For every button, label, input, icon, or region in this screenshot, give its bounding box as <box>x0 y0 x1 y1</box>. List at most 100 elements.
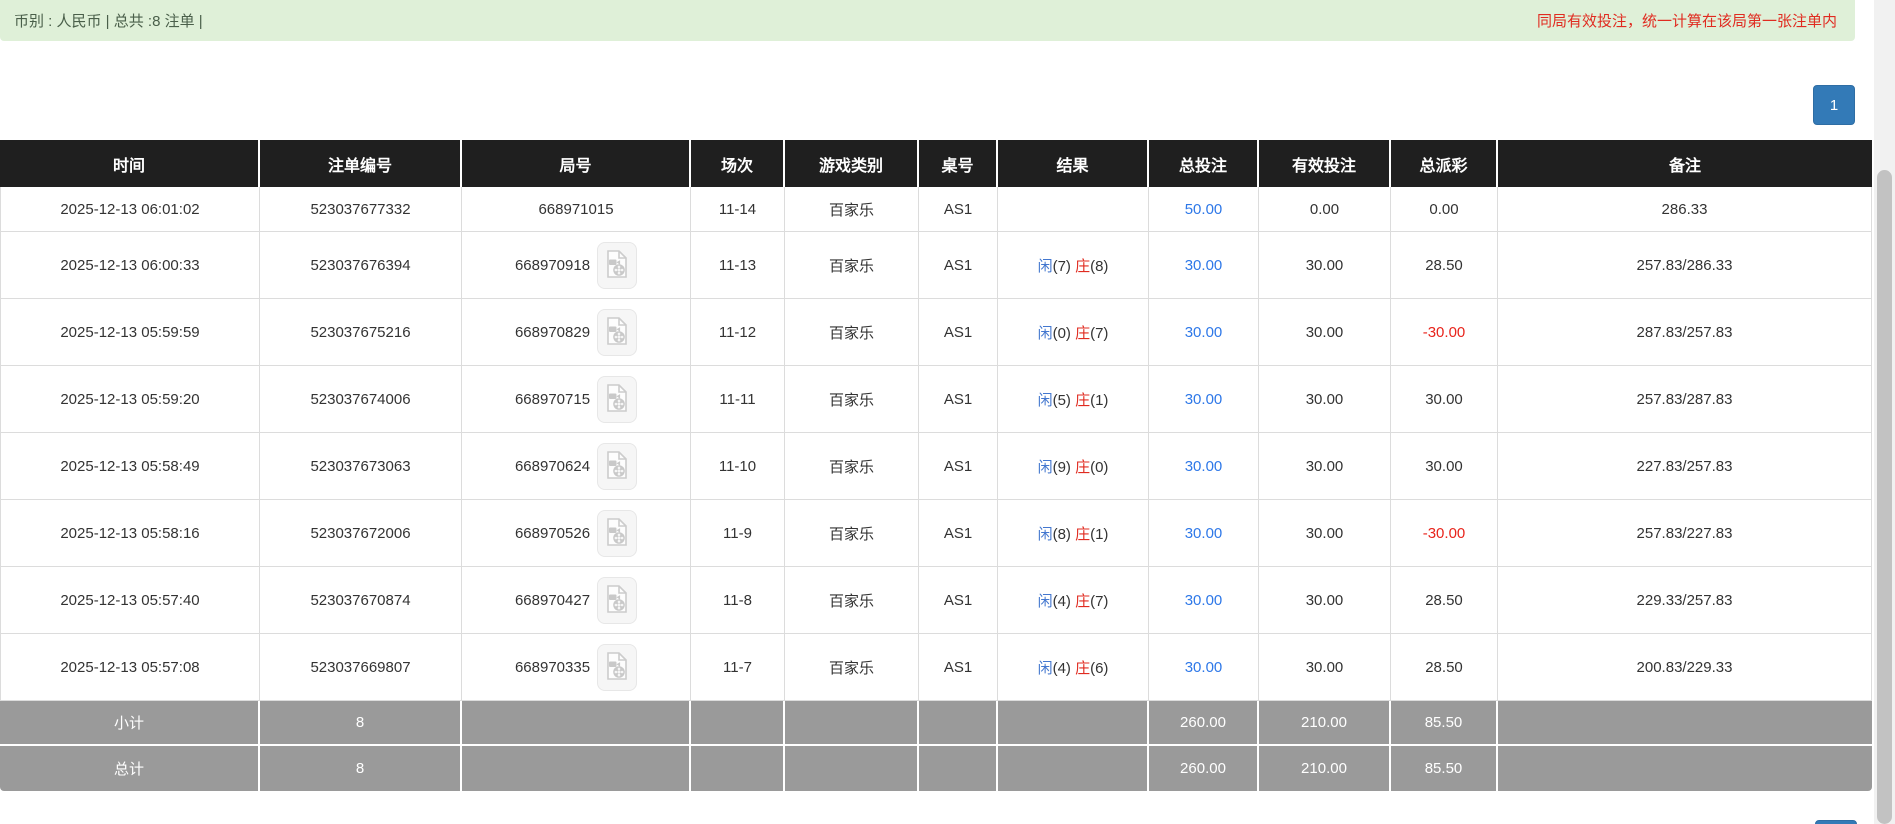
payout-cell: 28.50 <box>1391 634 1498 701</box>
valid-bet-cell: 30.00 <box>1259 567 1391 634</box>
total-bet-link[interactable]: 30.00 <box>1185 659 1223 676</box>
video-replay-button[interactable] <box>597 241 638 289</box>
round-cell: 668970427 <box>462 567 691 634</box>
video-replay-button[interactable] <box>597 643 638 691</box>
round-number: 668970526 <box>514 524 591 542</box>
result-cell: 闲(9) 庄(0) <box>998 433 1149 500</box>
table-row: 2025-12-13 05:58:49 523037673063 668970624… <box>0 433 1872 500</box>
total-bet-cell: 30.00 <box>1149 567 1259 634</box>
table-row: 2025-12-13 05:59:59 523037675216 668970829… <box>0 299 1872 366</box>
time-cell: 2025-12-13 05:59:59 <box>0 299 260 366</box>
video-file-icon <box>604 450 630 483</box>
session-cell: 11-8 <box>691 567 785 634</box>
video-file-icon <box>604 383 630 416</box>
totals-label-cell: 小计 <box>0 701 260 746</box>
video-replay-button[interactable] <box>597 576 638 624</box>
totals-empty-cell <box>462 701 691 746</box>
banker-result-value: (8) <box>1090 257 1109 275</box>
scrollbar-thumb[interactable] <box>1877 170 1892 824</box>
header-cell-remark: 备注 <box>1498 140 1872 187</box>
header-cell-table_no: 桌号 <box>919 140 998 187</box>
table-no-cell: AS1 <box>919 187 998 232</box>
valid-bet-cell: 30.00 <box>1259 366 1391 433</box>
valid-bet-cell: 30.00 <box>1259 299 1391 366</box>
game-type-cell: 百家乐 <box>785 299 919 366</box>
round-number: 668970918 <box>514 256 591 274</box>
totals-empty-cell <box>462 746 691 791</box>
table-header: 时间 注单编号 局号 场次 游戏类别 桌号 结果 总投注 有效投注 总派彩 备注 <box>0 140 1872 187</box>
video-file-icon <box>604 316 630 349</box>
video-file-icon <box>604 517 630 550</box>
total-bet-link[interactable]: 30.00 <box>1185 257 1223 274</box>
valid-bet-cell: 0.00 <box>1259 187 1391 232</box>
time-cell: 2025-12-13 05:59:20 <box>0 366 260 433</box>
payout-cell: 30.00 <box>1391 433 1498 500</box>
totals-count-cell: 8 <box>260 746 462 791</box>
player-result-label: 闲 <box>1037 525 1053 543</box>
player-result-label: 闲 <box>1037 592 1053 610</box>
remark-cell: 257.83/227.83 <box>1498 500 1872 567</box>
player-result-value: (9) <box>1052 458 1076 476</box>
total-bet-link[interactable]: 30.00 <box>1185 592 1223 609</box>
banker-result-value: (1) <box>1090 525 1109 543</box>
total-bet-link[interactable]: 50.00 <box>1185 201 1223 218</box>
header-cell-total_bet: 总投注 <box>1149 140 1259 187</box>
remark-cell: 257.83/287.83 <box>1498 366 1872 433</box>
banker-result-value: (0) <box>1090 458 1109 476</box>
totals-empty-cell <box>691 701 785 746</box>
session-cell: 11-9 <box>691 500 785 567</box>
totals-payout-cell: 85.50 <box>1391 701 1498 746</box>
game-type-cell: 百家乐 <box>785 500 919 567</box>
total-bet-cell: 30.00 <box>1149 433 1259 500</box>
round-number-group: 668970624 <box>466 442 686 490</box>
payout-cell: 28.50 <box>1391 567 1498 634</box>
total-bet-link[interactable]: 30.00 <box>1185 324 1223 341</box>
total-bet-link[interactable]: 30.00 <box>1185 458 1223 475</box>
page-button[interactable]: 1 <box>1813 85 1855 125</box>
total-bet-cell: 30.00 <box>1149 366 1259 433</box>
video-file-icon <box>604 249 630 282</box>
result-cell: 闲(4) 庄(7) <box>998 567 1149 634</box>
round-cell: 668971015 <box>462 187 691 232</box>
table-row: 2025-12-13 06:00:33 523037676394 668970918… <box>0 232 1872 299</box>
round-number-group: 668970829 <box>466 308 686 356</box>
total-bet-link[interactable]: 30.00 <box>1185 525 1223 542</box>
player-result-value: (4) <box>1052 659 1076 677</box>
bet-id-cell: 523037669807 <box>260 634 462 701</box>
banker-result-label: 庄 <box>1075 458 1091 476</box>
round-cell: 668970829 <box>462 299 691 366</box>
result-cell: 闲(7) 庄(8) <box>998 232 1149 299</box>
scrollbar-track[interactable] <box>1874 0 1895 824</box>
result-cell: 闲(5) 庄(1) <box>998 366 1149 433</box>
game-type-cell: 百家乐 <box>785 634 919 701</box>
header-cell-valid_bet: 有效投注 <box>1259 140 1391 187</box>
table-row: 2025-12-13 05:58:16 523037672006 668970526… <box>0 500 1872 567</box>
remark-cell: 229.33/257.83 <box>1498 567 1872 634</box>
payout-cell: 0.00 <box>1391 187 1498 232</box>
player-result-value: (5) <box>1052 391 1076 409</box>
bottom-page-button[interactable]: 1 <box>1815 820 1857 824</box>
header-cell-session: 场次 <box>691 140 785 187</box>
player-result-value: (4) <box>1052 592 1076 610</box>
video-replay-button[interactable] <box>597 442 638 490</box>
remark-cell: 200.83/229.33 <box>1498 634 1872 701</box>
payout-cell: -30.00 <box>1391 500 1498 567</box>
banker-result-value: (7) <box>1090 592 1109 610</box>
table-row: 2025-12-13 05:59:20 523037674006 668970715… <box>0 366 1872 433</box>
video-replay-button[interactable] <box>597 509 638 557</box>
total-bet-cell: 30.00 <box>1149 500 1259 567</box>
totals-empty-cell <box>1498 701 1872 746</box>
total-bet-link[interactable]: 30.00 <box>1185 391 1223 408</box>
player-result-label: 闲 <box>1037 324 1053 342</box>
table-header-row: 时间 注单编号 局号 场次 游戏类别 桌号 结果 总投注 有效投注 总派彩 备注 <box>0 140 1872 187</box>
totals-total-bet-cell: 260.00 <box>1149 746 1259 791</box>
video-replay-button[interactable] <box>597 375 638 423</box>
banker-result-value: (6) <box>1090 659 1109 677</box>
game-type-cell: 百家乐 <box>785 187 919 232</box>
session-cell: 11-14 <box>691 187 785 232</box>
table-row: 2025-12-13 05:57:08 523037669807 668970335… <box>0 634 1872 701</box>
remark-cell: 287.83/257.83 <box>1498 299 1872 366</box>
round-number-group: 668970427 <box>466 576 686 624</box>
player-result-label: 闲 <box>1037 257 1053 275</box>
video-replay-button[interactable] <box>597 308 638 356</box>
